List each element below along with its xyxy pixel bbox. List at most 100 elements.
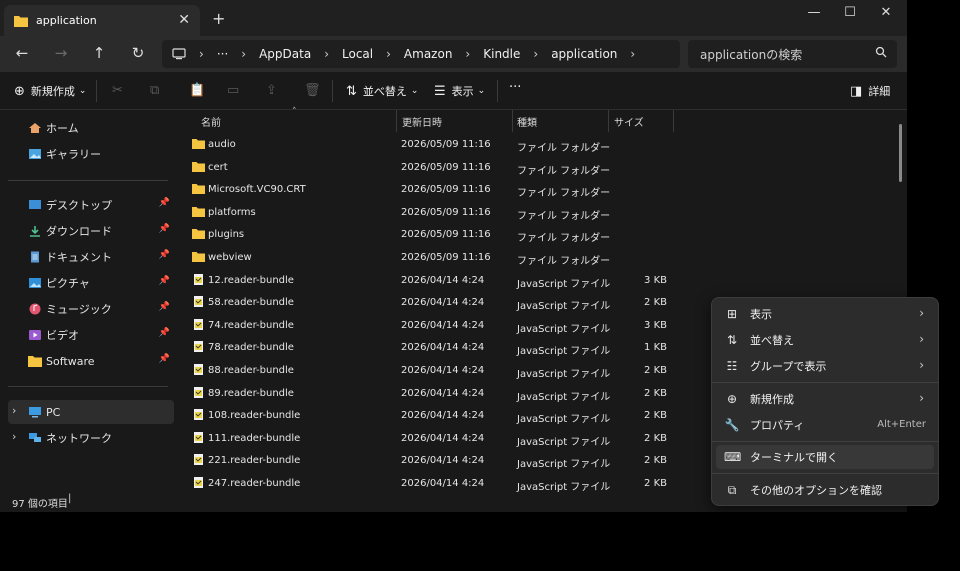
copy-icon[interactable]: ⧉ bbox=[150, 83, 159, 98]
context-menu: ⊞ 表示 › ⇅ 並べ替え › ☷ グループで表示 › ⊕ 新規作成 › 🔧 プ… bbox=[711, 297, 939, 506]
chevron-right-icon[interactable]: › bbox=[630, 47, 635, 61]
menu-divider bbox=[712, 473, 938, 474]
menu-item-open-terminal[interactable]: ⌨ ターミナルで開く bbox=[716, 445, 934, 469]
sidebar-item-desktop[interactable]: デスクトップ 📌 bbox=[8, 193, 174, 217]
menu-divider bbox=[712, 382, 938, 383]
sidebar-item-documents[interactable]: ドキュメント 📌 bbox=[8, 245, 174, 269]
table-row[interactable]: audio 2026/05/09 11:16 ファイル フォルダー bbox=[176, 134, 716, 156]
pin-icon[interactable]: 📌 bbox=[159, 198, 170, 208]
column-divider[interactable] bbox=[512, 110, 513, 132]
file-modified: 2026/04/14 4:24 bbox=[401, 319, 485, 331]
sidebar-item-gallery[interactable]: ギャラリー bbox=[8, 142, 174, 166]
file-name: 78.reader-bundle bbox=[208, 342, 294, 354]
table-row[interactable]: 58.reader-bundle 2026/04/14 4:24 JavaScrip… bbox=[176, 292, 716, 314]
menu-item-label: プロパティ bbox=[750, 419, 805, 432]
sidebar-item-music[interactable]: ミュージック 📌 bbox=[8, 297, 174, 321]
sidebar-item-pc[interactable]: › PC bbox=[8, 400, 174, 424]
maximize-button[interactable]: ☐ bbox=[838, 5, 862, 20]
column-header-modified[interactable]: 更新日時 bbox=[402, 110, 442, 132]
file-type: JavaScript ファイル bbox=[517, 414, 611, 426]
js-file-icon bbox=[194, 341, 203, 353]
menu-item-properties[interactable]: 🔧 プロパティ Alt+Enter bbox=[716, 413, 934, 437]
new-tab-button[interactable]: + bbox=[212, 9, 225, 28]
sidebar-item-software[interactable]: Software 📌 bbox=[8, 349, 174, 373]
breadcrumb-item[interactable]: Amazon bbox=[404, 47, 453, 61]
new-button[interactable]: ⊕ 新規作成 ⌄ bbox=[14, 83, 86, 99]
table-row[interactable]: 111.reader-bundle 2026/04/14 4:24 JavaScri… bbox=[176, 428, 716, 450]
tab-application[interactable]: application ✕ bbox=[4, 5, 200, 36]
column-header-type[interactable]: 種類 bbox=[517, 110, 537, 132]
file-modified: 2026/04/14 4:24 bbox=[401, 387, 485, 399]
tab-close-icon[interactable]: ✕ bbox=[178, 12, 190, 28]
chevron-right-icon[interactable]: › bbox=[12, 404, 16, 417]
pin-icon[interactable]: 📌 bbox=[159, 354, 170, 364]
chevron-right-icon: › bbox=[919, 391, 924, 405]
view-button[interactable]: ☰ 表示 ⌄ bbox=[434, 83, 485, 99]
download-icon bbox=[30, 226, 40, 237]
file-type: JavaScript ファイル bbox=[517, 459, 611, 471]
share-icon[interactable]: ⇪ bbox=[266, 83, 277, 98]
menu-item-more-options[interactable]: ⧉ その他のオプションを確認 bbox=[716, 478, 934, 502]
delete-icon[interactable]: 🗑 bbox=[304, 83, 321, 98]
sidebar-item-downloads[interactable]: ダウンロード 📌 bbox=[8, 219, 174, 243]
table-row[interactable]: webview 2026/05/09 11:16 ファイル フォルダー bbox=[176, 247, 716, 269]
table-row[interactable]: 74.reader-bundle 2026/04/14 4:24 JavaScrip… bbox=[176, 315, 716, 337]
rename-icon[interactable]: ▭ bbox=[227, 83, 239, 98]
table-row[interactable]: 221.reader-bundle 2026/04/14 4:24 JavaScri… bbox=[176, 450, 716, 472]
sidebar-item-home[interactable]: ホーム bbox=[8, 116, 174, 140]
table-row[interactable]: Microsoft.VC90.CRT 2026/05/09 11:16 ファイル フ… bbox=[176, 179, 716, 201]
menu-item-label: ターミナルで開く bbox=[750, 451, 838, 464]
cut-icon[interactable]: ✂ bbox=[112, 83, 123, 98]
pin-icon[interactable]: 📌 bbox=[159, 224, 170, 234]
pin-icon[interactable]: 📌 bbox=[159, 302, 170, 312]
table-row[interactable]: 89.reader-bundle 2026/04/14 4:24 JavaScrip… bbox=[176, 383, 716, 405]
sidebar-item-videos[interactable]: ビデオ 📌 bbox=[8, 323, 174, 347]
chevron-right-icon[interactable]: › bbox=[12, 430, 16, 443]
up-button[interactable]: ↑ bbox=[89, 44, 109, 62]
file-name: 58.reader-bundle bbox=[208, 297, 294, 309]
sort-button[interactable]: ⇅ 並べ替え ⌄ bbox=[346, 83, 418, 99]
forward-button[interactable]: → bbox=[51, 44, 71, 62]
menu-item-sort[interactable]: ⇅ 並べ替え › bbox=[716, 328, 934, 352]
table-row[interactable]: cert 2026/05/09 11:16 ファイル フォルダー bbox=[176, 157, 716, 179]
menu-item-group[interactable]: ☷ グループで表示 › bbox=[716, 354, 934, 378]
gallery-icon bbox=[29, 149, 41, 159]
table-row[interactable]: 12.reader-bundle 2026/04/14 4:24 JavaScrip… bbox=[176, 270, 716, 292]
breadcrumb-item[interactable]: application bbox=[551, 47, 617, 61]
table-row[interactable]: 78.reader-bundle 2026/04/14 4:24 JavaScrip… bbox=[176, 337, 716, 359]
breadcrumb-item[interactable]: Kindle bbox=[483, 47, 520, 61]
column-divider[interactable] bbox=[673, 110, 674, 132]
table-row[interactable]: 88.reader-bundle 2026/04/14 4:24 JavaScrip… bbox=[176, 360, 716, 382]
pin-icon[interactable]: 📌 bbox=[159, 276, 170, 286]
pin-icon[interactable]: 📌 bbox=[159, 328, 170, 338]
table-row[interactable]: platforms 2026/05/09 11:16 ファイル フォルダー bbox=[176, 202, 716, 224]
sidebar-item-network[interactable]: › ネットワーク bbox=[8, 426, 174, 450]
details-button[interactable]: ◨ 詳細 bbox=[850, 83, 890, 99]
breadcrumb-more[interactable]: ··· bbox=[217, 47, 228, 61]
vertical-scrollbar[interactable] bbox=[899, 124, 902, 182]
close-window-button[interactable]: ✕ bbox=[874, 5, 898, 20]
navigation-pane: ホーム ギャラリー デスクトップ 📌 ダウンロード 📌 ドキュメント 📌 ピクチ… bbox=[0, 110, 176, 490]
menu-item-view[interactable]: ⊞ 表示 › bbox=[716, 302, 934, 326]
refresh-button[interactable]: ↻ bbox=[128, 44, 148, 62]
table-row[interactable]: plugins 2026/05/09 11:16 ファイル フォルダー bbox=[176, 224, 716, 246]
group-list-icon: ☷ bbox=[726, 359, 738, 373]
menu-item-new[interactable]: ⊕ 新規作成 › bbox=[716, 387, 934, 411]
more-options-button[interactable]: ··· bbox=[509, 80, 521, 95]
folder-icon bbox=[192, 229, 205, 240]
pin-icon[interactable]: 📌 bbox=[159, 250, 170, 260]
column-divider[interactable] bbox=[608, 110, 609, 132]
column-divider[interactable] bbox=[396, 110, 397, 132]
search-input[interactable]: applicationの検索 bbox=[688, 40, 897, 68]
column-header-name[interactable]: 名前 bbox=[201, 110, 221, 132]
js-file-icon bbox=[194, 296, 203, 308]
back-button[interactable]: ← bbox=[12, 44, 32, 62]
breadcrumb-item[interactable]: AppData bbox=[259, 47, 311, 61]
breadcrumb[interactable]: › ··· › AppData › Local › Amazon › Kindl… bbox=[162, 40, 680, 68]
column-header-size[interactable]: サイズ bbox=[614, 110, 644, 132]
table-row[interactable]: 108.reader-bundle 2026/04/14 4:24 JavaScri… bbox=[176, 405, 716, 427]
breadcrumb-item[interactable]: Local bbox=[342, 47, 373, 61]
minimize-button[interactable]: — bbox=[802, 5, 826, 20]
sidebar-item-pictures[interactable]: ピクチャ 📌 bbox=[8, 271, 174, 295]
paste-icon[interactable]: 📋 bbox=[189, 83, 205, 98]
